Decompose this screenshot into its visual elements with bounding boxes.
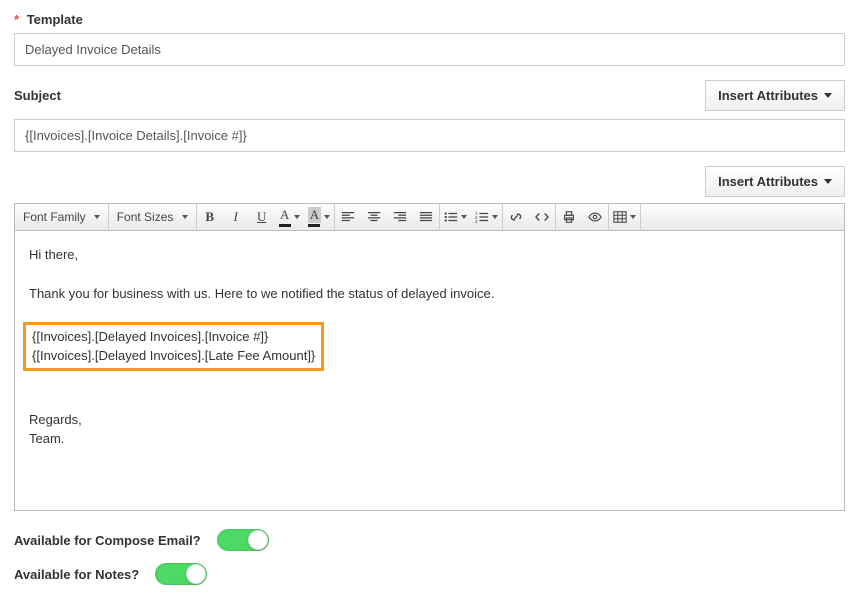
align-left-icon — [341, 210, 355, 224]
align-justify-button[interactable] — [413, 204, 439, 230]
bullet-list-icon — [444, 210, 458, 224]
avail-compose-toggle[interactable] — [217, 529, 269, 551]
caret-down-icon — [824, 93, 832, 98]
align-center-icon — [367, 210, 381, 224]
caret-down-icon — [492, 215, 498, 219]
print-button[interactable] — [556, 204, 582, 230]
caret-down-icon — [461, 215, 467, 219]
highlight-color-button[interactable]: A — [304, 204, 334, 230]
subject-input[interactable] — [14, 119, 845, 152]
table-icon — [613, 210, 627, 224]
preview-button[interactable] — [582, 204, 608, 230]
editor-greeting: Hi there, — [29, 245, 830, 265]
align-center-button[interactable] — [361, 204, 387, 230]
avail-compose-label: Available for Compose Email? — [14, 533, 201, 548]
editor-body-text: Thank you for business with us. Here to … — [29, 284, 830, 304]
editor-signoff-1: Regards, — [29, 410, 830, 430]
subject-label-text: Subject — [14, 88, 61, 103]
insert-attributes-subject-button[interactable]: Insert Attributes — [705, 80, 845, 111]
caret-down-icon — [630, 215, 636, 219]
template-label-text: Template — [27, 12, 83, 27]
editor-signoff-2: Team. — [29, 429, 830, 449]
print-icon — [562, 210, 576, 224]
table-button[interactable] — [609, 204, 640, 230]
insert-attributes-label: Insert Attributes — [718, 88, 818, 103]
merge-fields-highlight: {[Invoices].[Delayed Invoices].[Invoice … — [23, 322, 324, 371]
editor-body[interactable]: Hi there, Thank you for business with us… — [14, 231, 845, 511]
caret-down-icon — [94, 215, 100, 219]
numbered-list-button[interactable]: 123 — [471, 204, 502, 230]
font-family-label: Font Family — [23, 210, 86, 224]
caret-down-icon — [824, 179, 832, 184]
bold-button[interactable]: B — [197, 204, 223, 230]
caret-down-icon — [324, 215, 330, 219]
svg-text:3: 3 — [475, 219, 478, 224]
merge-field-late-fee: {[Invoices].[Delayed Invoices].[Late Fee… — [32, 346, 315, 366]
avail-notes-label: Available for Notes? — [14, 567, 139, 582]
align-right-icon — [393, 210, 407, 224]
font-family-select[interactable]: Font Family — [15, 204, 109, 230]
caret-down-icon — [182, 215, 188, 219]
editor-toolbar: Font Family Font Sizes B I U A A — [14, 203, 845, 231]
caret-down-icon — [294, 215, 300, 219]
required-star: * — [14, 12, 19, 27]
template-name-input[interactable] — [14, 33, 845, 66]
align-right-button[interactable] — [387, 204, 413, 230]
avail-notes-toggle[interactable] — [155, 563, 207, 585]
text-color-button[interactable]: A — [275, 204, 304, 230]
font-sizes-label: Font Sizes — [117, 210, 174, 224]
align-justify-icon — [419, 210, 433, 224]
code-icon — [535, 210, 549, 224]
font-sizes-select[interactable]: Font Sizes — [109, 204, 197, 230]
toggle-knob — [186, 564, 206, 584]
template-label: * Template — [14, 12, 845, 27]
align-left-button[interactable] — [335, 204, 361, 230]
bullet-list-button[interactable] — [440, 204, 471, 230]
insert-attributes-label-2: Insert Attributes — [718, 174, 818, 189]
underline-button[interactable]: U — [249, 204, 275, 230]
link-icon — [509, 210, 523, 224]
link-button[interactable] — [503, 204, 529, 230]
eye-icon — [588, 210, 602, 224]
insert-attributes-body-button[interactable]: Insert Attributes — [705, 166, 845, 197]
merge-field-invoice: {[Invoices].[Delayed Invoices].[Invoice … — [32, 327, 315, 347]
code-button[interactable] — [529, 204, 555, 230]
italic-button[interactable]: I — [223, 204, 249, 230]
toggle-knob — [248, 530, 268, 550]
numbered-list-icon: 123 — [475, 210, 489, 224]
subject-label: Subject — [14, 88, 61, 103]
